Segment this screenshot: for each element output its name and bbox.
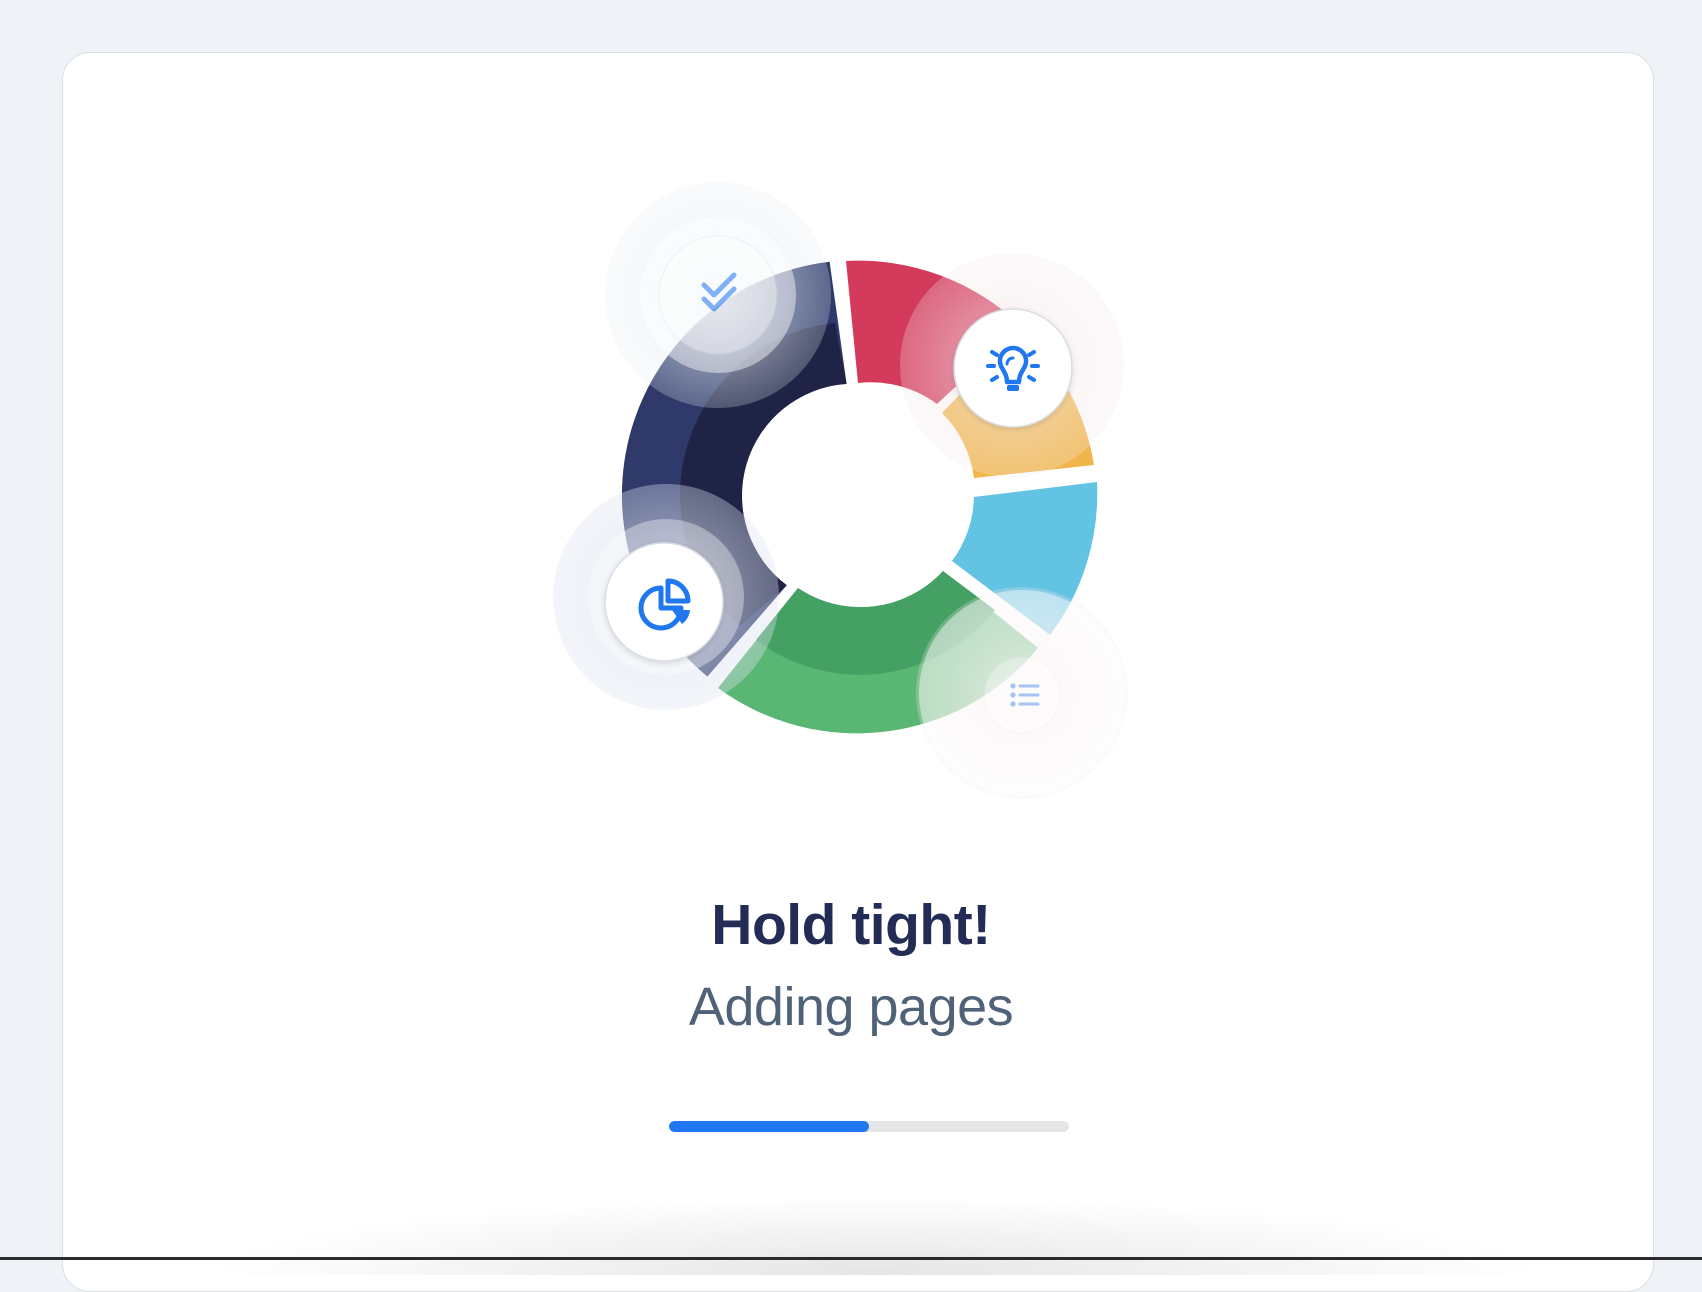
bottom-shadow bbox=[200, 1195, 1550, 1275]
loading-subtitle: Adding pages bbox=[688, 977, 1014, 1037]
progress-bar-fill bbox=[669, 1121, 869, 1132]
donut-illustration bbox=[553, 182, 1128, 799]
pie-chart-icon bbox=[604, 542, 724, 662]
lightbulb-icon bbox=[953, 308, 1073, 428]
double-check-icon bbox=[658, 235, 778, 355]
loading-title: Hold tight! bbox=[711, 893, 991, 957]
progress-bar bbox=[669, 1121, 1069, 1132]
list-icon bbox=[983, 656, 1061, 734]
